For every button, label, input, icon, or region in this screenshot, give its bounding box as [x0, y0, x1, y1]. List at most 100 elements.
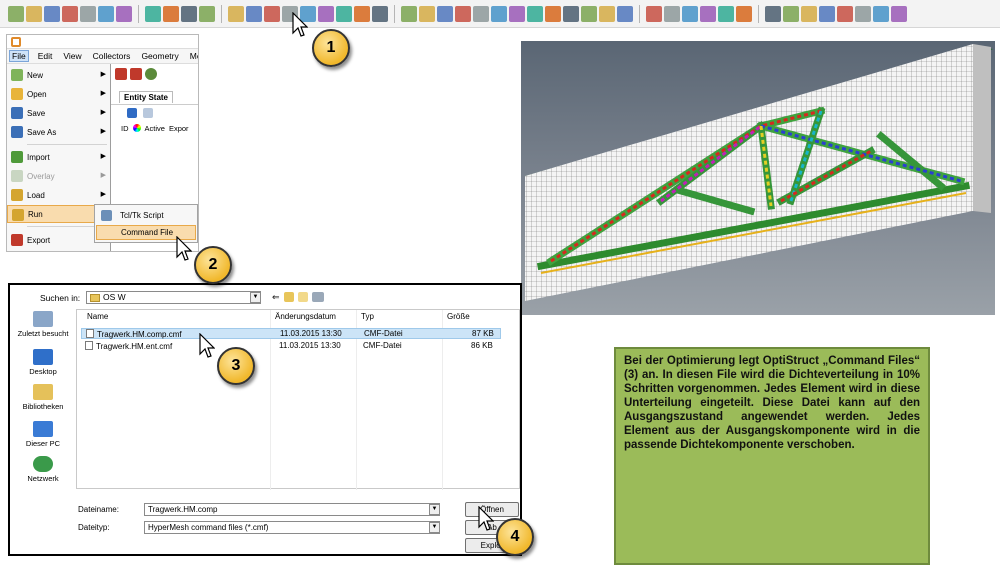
toolbar-tool-icon[interactable] [509, 5, 525, 22]
toolbar-tool-icon[interactable] [26, 5, 42, 22]
column-name[interactable]: Name [87, 312, 108, 321]
toolbar-tool-icon[interactable] [181, 5, 197, 22]
filetype-label: Dateityp: [78, 523, 110, 532]
filename-input[interactable]: Tragwerk.HM.comp [144, 503, 440, 516]
main-toolbar [0, 0, 1000, 28]
toolbar-tool-icon[interactable] [246, 5, 262, 22]
hypermesh-logo-icon [11, 37, 21, 47]
menu-view[interactable]: View [61, 51, 83, 61]
toolbar-tool-icon[interactable] [819, 5, 835, 22]
load-icon [11, 189, 23, 201]
toolbar-tool-icon[interactable] [599, 5, 615, 22]
toolbar-tool-icon[interactable] [664, 5, 680, 22]
menu-file[interactable]: File [9, 50, 29, 62]
file-icon [86, 329, 94, 338]
toolbar-tool-icon[interactable] [736, 5, 752, 22]
user-icon[interactable] [145, 68, 157, 80]
view-menu-icon[interactable] [311, 292, 324, 302]
toolbar-tool-icon[interactable] [163, 5, 179, 22]
place-desktop[interactable]: Desktop [12, 349, 74, 376]
filename-dropdown-arrow-icon[interactable]: ▼ [429, 504, 440, 515]
toolbar-tool-icon[interactable] [354, 5, 370, 22]
lookin-dropdown-arrow-icon[interactable]: ▼ [250, 292, 261, 303]
open-file-dialog: Suchen in: OS W ▼ ⇐ Zuletzt besucht Desk… [8, 283, 522, 556]
toolbar-tool-icon[interactable] [581, 5, 597, 22]
filter-icon[interactable] [143, 108, 153, 118]
toolbar-tool-icon[interactable] [765, 5, 781, 22]
info-textbox: Bei der Optimierung legt OptiStruct „Com… [614, 347, 930, 565]
toolbar-tool-icon[interactable] [228, 5, 244, 22]
column-size[interactable]: Größe [447, 312, 470, 321]
new-folder-icon[interactable] [297, 292, 308, 302]
tab-entity-state[interactable]: Entity State [119, 91, 174, 103]
toolbar-tool-icon[interactable] [527, 5, 543, 22]
toolbar-tool-icon[interactable] [80, 5, 96, 22]
toolbar-tool-icon[interactable] [700, 5, 716, 22]
toolbar-tool-icon[interactable] [563, 5, 579, 22]
lookin-dropdown[interactable]: OS W [86, 291, 261, 304]
toolbar-tool-icon[interactable] [837, 5, 853, 22]
filetype-select[interactable]: HyperMesh command files (*.cmf) [144, 521, 440, 534]
toolbar-tool-icon[interactable] [264, 5, 280, 22]
toolbar-tool-icon[interactable] [491, 5, 507, 22]
toolbar-tool-icon[interactable] [473, 5, 489, 22]
toolbar-tool-icon[interactable] [873, 5, 889, 22]
toolbar-tool-icon[interactable] [116, 5, 132, 22]
up-folder-icon[interactable] [283, 292, 294, 302]
menu-collectors[interactable]: Collectors [91, 51, 133, 61]
menu-item-save[interactable]: Save ▶ [7, 104, 111, 122]
menu-mesh[interactable]: Mesh [188, 51, 198, 61]
file-row-ent[interactable]: Tragwerk.HM.ent.cmf 11.03.2015 13:30 CMF… [81, 341, 501, 352]
toolbar-tool-icon[interactable] [318, 5, 334, 22]
place-libraries[interactable]: Bibliotheken [12, 384, 74, 411]
place-this-pc[interactable]: Dieser PC [12, 421, 74, 448]
menu-item-save-as[interactable]: Save As ▶ [7, 123, 111, 141]
toolbar-tool-icon[interactable] [783, 5, 799, 22]
toolbar-tool-icon[interactable] [682, 5, 698, 22]
step-callout-1: 1 [312, 29, 350, 67]
menu-item-overlay[interactable]: Overlay ▶ [7, 167, 111, 185]
menu-item-load[interactable]: Load ▶ [7, 186, 111, 204]
toolbar-tool-icon[interactable] [401, 5, 417, 22]
menu-geometry[interactable]: Geometry [139, 51, 180, 61]
toolbar-tool-icon[interactable] [455, 5, 471, 22]
place-recent[interactable]: Zuletzt besucht [12, 311, 74, 338]
toolbar-tool-icon[interactable] [801, 5, 817, 22]
toolbar-tool-icon[interactable] [891, 5, 907, 22]
place-network[interactable]: Netzwerk [12, 456, 74, 483]
menu-edit[interactable]: Edit [36, 51, 55, 61]
back-arrow-icon[interactable]: ⇐ [272, 292, 280, 303]
toolbar-tool-icon[interactable] [336, 5, 352, 22]
toolbar-tool-icon[interactable] [62, 5, 78, 22]
column-type[interactable]: Typ [361, 312, 374, 321]
ppt-icon[interactable] [115, 68, 127, 80]
toolbar-tool-icon[interactable] [199, 5, 215, 22]
toolbar-tool-icon[interactable] [617, 5, 633, 22]
toolbar-tool-icon[interactable] [98, 5, 114, 22]
menu-item-open[interactable]: Open ▶ [7, 85, 111, 103]
toolbar-tool-icon[interactable] [44, 5, 60, 22]
column-date[interactable]: Änderungsdatum [275, 312, 336, 321]
file-row-comp[interactable]: Tragwerk.HM.comp.cmf 11.03.2015 13:30 CM… [81, 328, 501, 339]
menu-item-tcl-tk-script[interactable]: Tcl/Tk Script [96, 208, 196, 223]
computer-icon [33, 421, 53, 437]
network-globe-icon [33, 456, 53, 472]
toolbar-tool-icon[interactable] [145, 5, 161, 22]
toolbar-tool-icon[interactable] [646, 5, 662, 22]
toolbar-tool-icon[interactable] [855, 5, 871, 22]
ppt-icon-2[interactable] [130, 68, 142, 80]
menu-item-new[interactable]: New ▶ [7, 66, 111, 84]
mouse-cursor-icon [478, 506, 494, 531]
filetype-dropdown-arrow-icon[interactable]: ▼ [429, 522, 440, 533]
toolbar-tool-icon[interactable] [372, 5, 388, 22]
toolbar-tool-icon[interactable] [545, 5, 561, 22]
toolbar-tool-icon[interactable] [437, 5, 453, 22]
toolbar-tool-icon[interactable] [419, 5, 435, 22]
file-list[interactable]: Name Änderungsdatum Typ Größe Tragwerk.H… [76, 309, 520, 490]
model-3d-view[interactable] [521, 41, 995, 315]
toolbar-tool-icon[interactable] [718, 5, 734, 22]
save-icon [11, 107, 23, 119]
toolbar-tool-icon[interactable] [8, 5, 24, 22]
menu-item-import[interactable]: Import ▶ [7, 148, 111, 166]
cube-icon[interactable] [127, 108, 137, 118]
